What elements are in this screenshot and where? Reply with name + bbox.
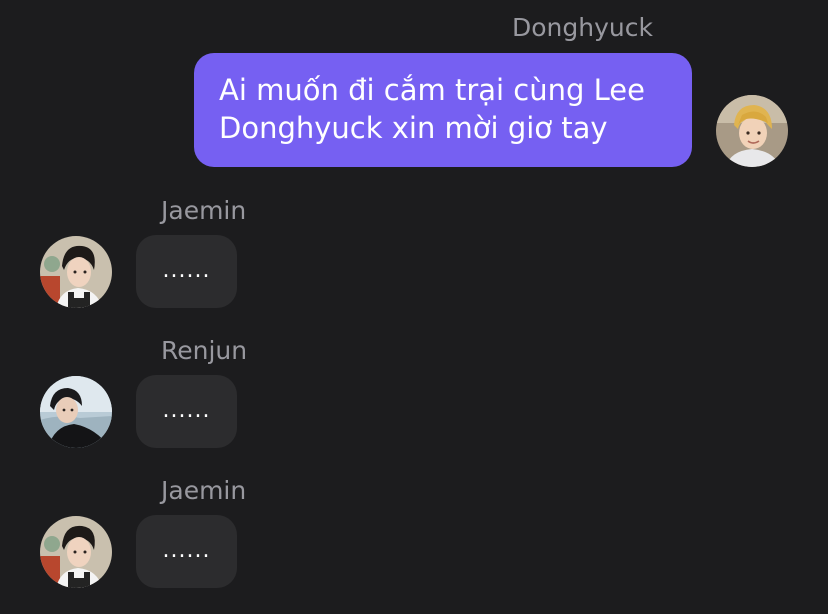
incoming-message-bubble[interactable]: ...... <box>136 515 237 588</box>
message-text: Ai muốn đi cắm trại cùng Lee Donghyuck x… <box>219 73 645 145</box>
incoming-message-bubble[interactable]: ...... <box>136 375 237 448</box>
message-text: ...... <box>162 258 211 283</box>
avatar[interactable] <box>40 236 112 308</box>
avatar-image <box>40 236 112 308</box>
sender-name: Jaemin <box>161 476 247 505</box>
incoming-message-bubble[interactable]: ...... <box>136 235 237 308</box>
chat-thread: Donghyuck Ai muốn đi cắm trại cùng Lee D… <box>0 0 828 614</box>
avatar[interactable] <box>716 95 788 167</box>
sender-name: Donghyuck <box>512 13 653 42</box>
avatar[interactable] <box>40 516 112 588</box>
sender-name: Renjun <box>161 336 248 365</box>
message-text: ...... <box>162 398 211 423</box>
avatar-image <box>716 95 788 167</box>
message-text: ...... <box>162 538 211 563</box>
avatar-image <box>40 376 112 448</box>
avatar[interactable] <box>40 376 112 448</box>
avatar-image <box>40 516 112 588</box>
outgoing-message-bubble[interactable]: Ai muốn đi cắm trại cùng Lee Donghyuck x… <box>194 53 692 167</box>
sender-name: Jaemin <box>161 196 247 225</box>
